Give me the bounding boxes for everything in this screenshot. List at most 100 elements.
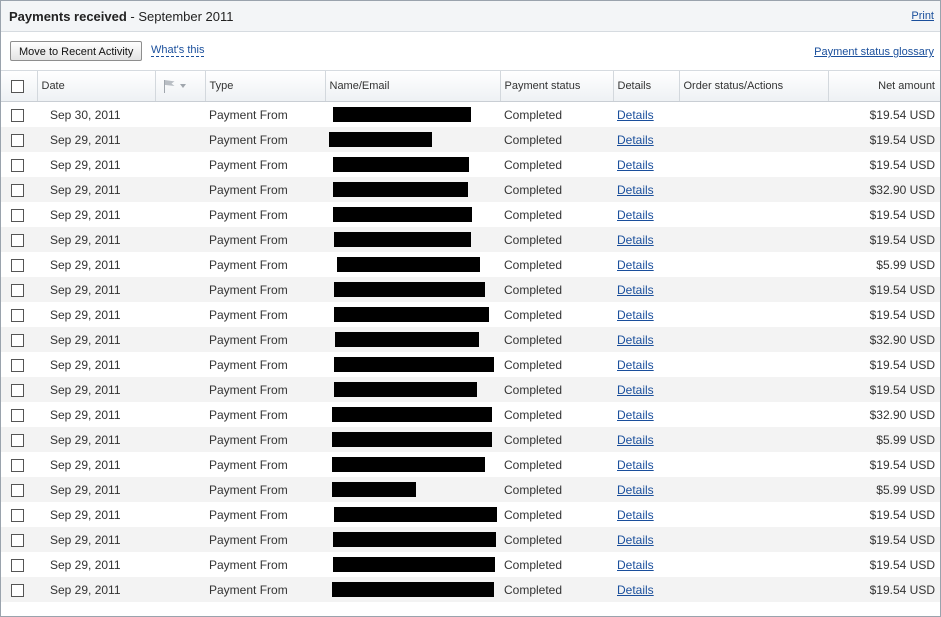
table-row[interactable]: Sep 29, 2011 Payment From Completed Details… [1, 127, 940, 152]
details-link[interactable]: Details [617, 208, 654, 222]
details-link[interactable]: Details [617, 533, 654, 547]
name-email-cell [325, 302, 500, 327]
select-all-checkbox[interactable] [11, 79, 24, 93]
payment-status-glossary-link[interactable]: Payment status glossary [814, 46, 934, 58]
net-amount-cell: $32.90 USD [828, 177, 940, 202]
type-cell: Payment From [205, 152, 325, 177]
row-checkbox[interactable] [11, 108, 24, 122]
type-cell: Payment From [205, 577, 325, 602]
type-cell: Payment From [205, 552, 325, 577]
table-row[interactable]: Sep 29, 2011 Payment From Completed Details… [1, 402, 940, 427]
name-email-cell [325, 452, 500, 477]
table-row[interactable]: Sep 29, 2011 Payment From Completed Details… [1, 427, 940, 452]
row-checkbox[interactable] [11, 383, 24, 397]
details-link[interactable]: Details [617, 258, 654, 272]
details-link[interactable]: Details [617, 383, 654, 397]
table-row[interactable]: Sep 29, 2011 Payment From Completed Details… [1, 252, 940, 277]
table-row[interactable]: Sep 29, 2011 Payment From Completed Details… [1, 502, 940, 527]
table-row[interactable]: Sep 29, 2011 Payment From Completed Details… [1, 302, 940, 327]
row-checkbox[interactable] [11, 433, 24, 447]
row-checkbox[interactable] [11, 133, 24, 147]
row-select-cell [1, 101, 37, 127]
row-checkbox[interactable] [11, 158, 24, 172]
date-column-header[interactable]: Date [37, 71, 156, 102]
redacted-name-block [333, 207, 472, 223]
table-row[interactable]: Sep 29, 2011 Payment From Completed Details… [1, 452, 940, 477]
table-row[interactable]: Sep 29, 2011 Payment From Completed Details… [1, 477, 940, 502]
row-checkbox[interactable] [11, 333, 24, 347]
row-checkbox[interactable] [11, 358, 24, 372]
table-row[interactable]: Sep 29, 2011 Payment From Completed Details… [1, 227, 940, 252]
redacted-name-block [332, 457, 485, 473]
details-cell: Details [613, 402, 679, 427]
flag-dropdown-icon[interactable] [162, 79, 188, 93]
row-checkbox[interactable] [11, 558, 24, 572]
order-status-cell [679, 477, 828, 502]
net-amount-cell: $19.54 USD [828, 152, 940, 177]
table-row[interactable]: Sep 29, 2011 Payment From Completed Details… [1, 527, 940, 552]
details-link[interactable]: Details [617, 133, 654, 147]
details-link[interactable]: Details [617, 483, 654, 497]
table-row[interactable]: Sep 29, 2011 Payment From Completed Details… [1, 202, 940, 227]
table-row[interactable]: Sep 29, 2011 Payment From Completed Details… [1, 577, 940, 602]
row-checkbox[interactable] [11, 483, 24, 497]
payment-status-cell: Completed [500, 352, 613, 377]
date-cell: Sep 29, 2011 [37, 552, 155, 577]
table-row[interactable]: Sep 29, 2011 Payment From Completed Details… [1, 177, 940, 202]
row-checkbox[interactable] [11, 458, 24, 472]
details-cell: Details [613, 202, 679, 227]
name-email-column-header[interactable]: Name/Email [325, 71, 501, 102]
net-amount-column-header[interactable]: Net amount [828, 71, 940, 102]
row-checkbox[interactable] [11, 408, 24, 422]
details-link[interactable]: Details [617, 183, 654, 197]
type-column-header[interactable]: Type [205, 71, 326, 102]
redacted-name-block [334, 307, 489, 323]
row-checkbox[interactable] [11, 583, 24, 597]
net-amount-cell: $19.54 USD [828, 502, 940, 527]
net-amount-cell: $32.90 USD [828, 327, 940, 352]
whats-this-link[interactable]: What's this [151, 44, 205, 57]
order-status-cell [679, 227, 828, 252]
name-email-cell [325, 427, 500, 452]
row-checkbox[interactable] [11, 533, 24, 547]
table-row[interactable]: Sep 29, 2011 Payment From Completed Details… [1, 377, 940, 402]
payment-status-cell: Completed [500, 302, 613, 327]
row-checkbox[interactable] [11, 283, 24, 297]
row-checkbox[interactable] [11, 183, 24, 197]
table-row[interactable]: Sep 29, 2011 Payment From Completed Details… [1, 327, 940, 352]
payment-status-column-header[interactable]: Payment status [500, 71, 614, 102]
details-link[interactable]: Details [617, 583, 654, 597]
details-link[interactable]: Details [617, 433, 654, 447]
details-link[interactable]: Details [617, 308, 654, 322]
flag-cell [155, 477, 205, 502]
row-checkbox[interactable] [11, 508, 24, 522]
name-email-cell [325, 402, 500, 427]
details-link[interactable]: Details [617, 558, 654, 572]
details-link[interactable]: Details [617, 233, 654, 247]
row-checkbox[interactable] [11, 208, 24, 222]
details-link[interactable]: Details [617, 408, 654, 422]
details-link[interactable]: Details [617, 158, 654, 172]
table-row[interactable]: Sep 29, 2011 Payment From Completed Details… [1, 552, 940, 577]
row-select-cell [1, 302, 37, 327]
details-link[interactable]: Details [617, 108, 654, 122]
details-cell: Details [613, 527, 679, 552]
order-status-cell [679, 352, 828, 377]
table-row[interactable]: Sep 30, 2011 Payment From Completed Details… [1, 101, 940, 127]
table-row[interactable]: Sep 29, 2011 Payment From Completed Details… [1, 152, 940, 177]
type-cell: Payment From [205, 327, 325, 352]
table-row[interactable]: Sep 29, 2011 Payment From Completed Details… [1, 352, 940, 377]
move-to-recent-activity-button[interactable]: Move to Recent Activity [10, 41, 143, 61]
details-link[interactable]: Details [617, 358, 654, 372]
row-checkbox[interactable] [11, 258, 24, 272]
print-link[interactable]: Print [911, 10, 934, 22]
details-link[interactable]: Details [617, 283, 654, 297]
details-link[interactable]: Details [617, 458, 654, 472]
date-cell: Sep 29, 2011 [37, 327, 155, 352]
name-email-cell [325, 152, 500, 177]
row-checkbox[interactable] [11, 308, 24, 322]
table-row[interactable]: Sep 29, 2011 Payment From Completed Details… [1, 277, 940, 302]
details-link[interactable]: Details [617, 333, 654, 347]
details-link[interactable]: Details [617, 508, 654, 522]
row-checkbox[interactable] [11, 233, 24, 247]
